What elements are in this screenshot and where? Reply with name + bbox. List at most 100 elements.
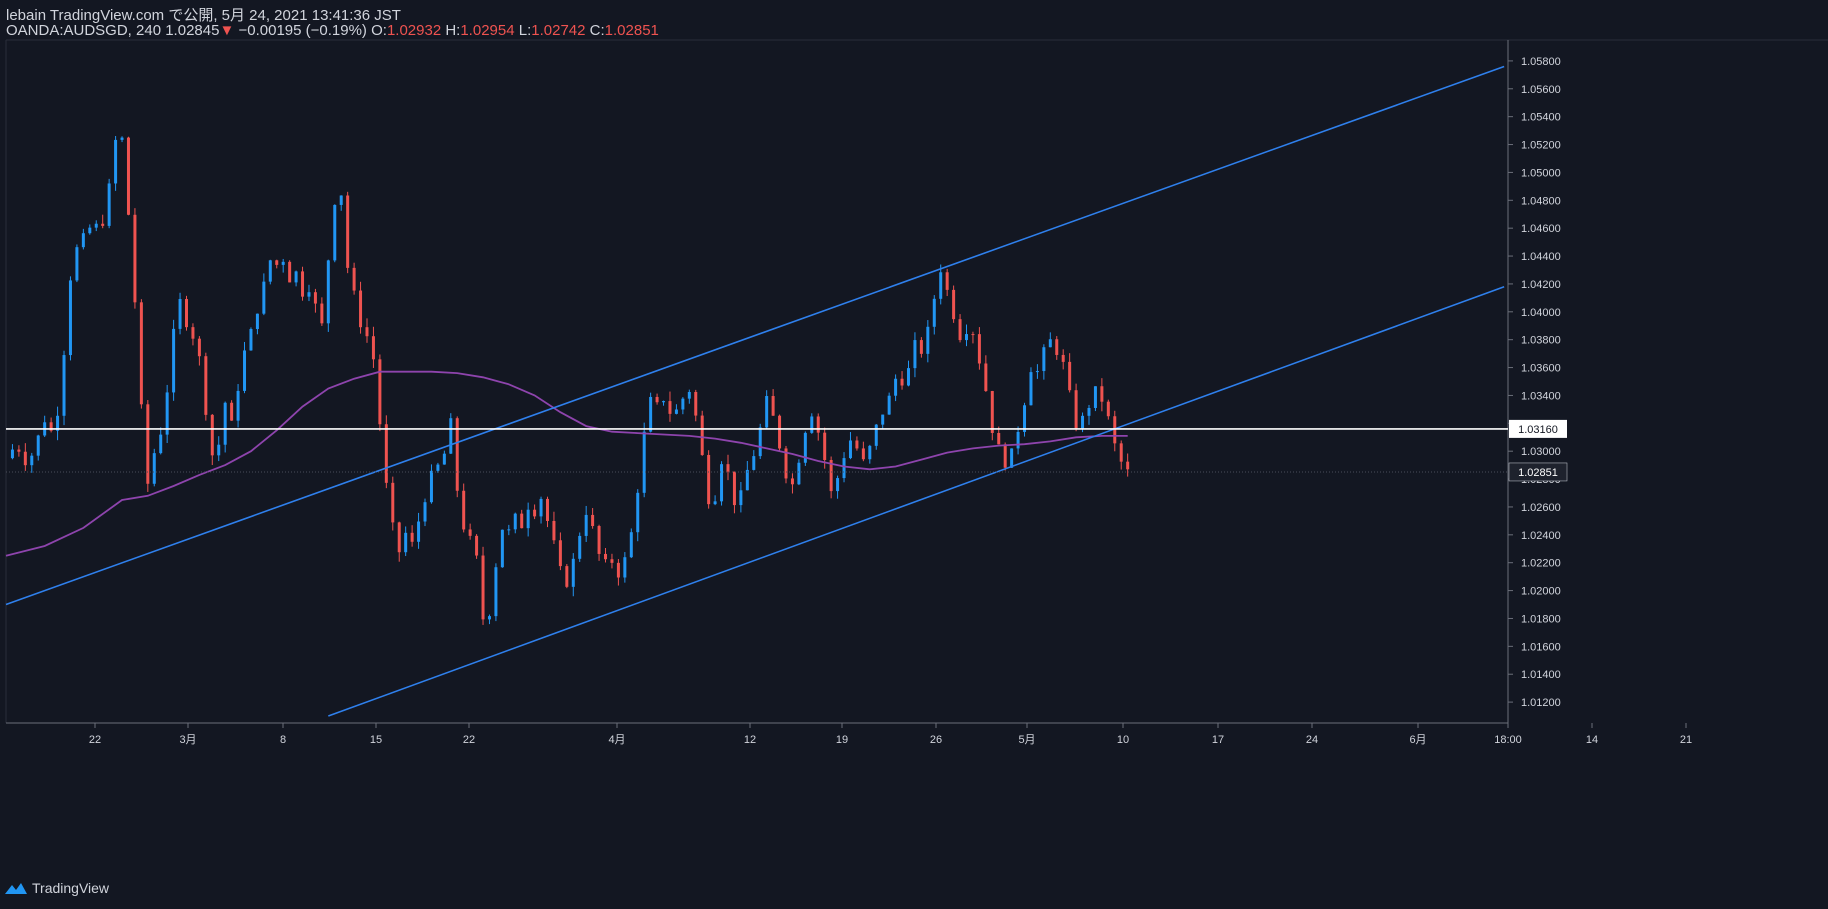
candle-body: [739, 490, 743, 506]
candle-body: [526, 509, 530, 529]
candle-body: [1126, 461, 1130, 470]
candle-body: [1087, 407, 1091, 416]
candle-body: [694, 391, 698, 416]
candle-body: [629, 532, 633, 558]
time-tick-label: 19: [836, 734, 848, 746]
candle-body: [475, 535, 479, 556]
candle-body: [662, 401, 666, 403]
time-tick-label: 17: [1212, 734, 1224, 746]
footer: TradingView: [4, 880, 109, 896]
price-tick-label: 1.03400: [1521, 390, 1561, 402]
price-tick-label: 1.05200: [1521, 140, 1561, 152]
candle-body: [262, 281, 266, 314]
time-tick-label: 21: [1680, 734, 1692, 746]
time-tick-label: 6月: [1409, 734, 1426, 746]
price-tick-label: 1.01400: [1521, 669, 1561, 681]
candle-body: [243, 350, 247, 391]
candle-body: [210, 414, 214, 456]
candle-body: [120, 137, 124, 140]
price-tick-label: 1.04400: [1521, 251, 1561, 263]
price-chart[interactable]: 1.05800 1.05600 1.05400 1.05200 1.05000 1.048…: [0, 0, 1828, 909]
candle-body: [10, 449, 14, 459]
candle-body: [1035, 371, 1039, 373]
candle-body: [584, 514, 588, 536]
candle-body: [436, 464, 440, 471]
candle-body: [578, 535, 582, 559]
candle-body: [339, 195, 343, 205]
candle-body: [1010, 448, 1014, 468]
channel-upper-line: [5, 65, 1505, 606]
time-tick-label: 10: [1117, 734, 1129, 746]
candle-body: [1119, 443, 1123, 462]
candle-body: [707, 454, 711, 505]
candle-body: [326, 260, 330, 324]
candle-body: [977, 334, 981, 364]
time-tick-label: 24: [1306, 734, 1318, 746]
candle-body: [932, 298, 936, 327]
candle-body: [230, 402, 234, 421]
candle-body: [604, 553, 608, 560]
candle-body: [36, 435, 40, 456]
candle-body: [726, 464, 730, 472]
candle-body: [539, 498, 543, 517]
candle-body: [391, 482, 395, 523]
candle-body: [868, 445, 872, 460]
candle-body: [1074, 390, 1078, 429]
candle-body: [114, 139, 118, 184]
candle-body: [700, 415, 704, 455]
candle-body: [1061, 354, 1065, 362]
price-tick-label: 1.02200: [1521, 558, 1561, 570]
candle-body: [410, 532, 414, 542]
candle-body: [732, 471, 736, 506]
price-tick-label: 1.04600: [1521, 223, 1561, 235]
candle-body: [1016, 431, 1020, 449]
price-tick-label: 1.03000: [1521, 446, 1561, 458]
candle-body: [816, 416, 820, 433]
candle-body: [771, 396, 775, 416]
candle-body: [62, 355, 66, 416]
candle-body: [81, 233, 85, 248]
candle-body: [204, 356, 208, 415]
price-tick-label: 1.02000: [1521, 586, 1561, 598]
candle-body: [217, 444, 221, 456]
candle-body: [681, 398, 685, 410]
tradingview-logo-icon: [5, 883, 27, 894]
candle-body: [623, 557, 627, 578]
candle-body: [487, 616, 491, 620]
time-tick-label: 5月: [1018, 734, 1035, 746]
candle-body: [1042, 347, 1046, 372]
candle-body: [591, 514, 595, 527]
candle-body: [823, 432, 827, 461]
candle-body: [365, 327, 369, 337]
price-tick-label: 1.05400: [1521, 112, 1561, 124]
candle-body: [449, 418, 453, 454]
footer-brand[interactable]: TradingView: [32, 880, 109, 896]
time-tick-label: 8: [280, 734, 286, 746]
candle-body: [255, 313, 259, 330]
candle-body: [597, 526, 601, 554]
candle-body: [75, 247, 79, 281]
candle-body: [107, 183, 111, 226]
candle-body: [642, 431, 646, 493]
candle-body: [571, 558, 575, 587]
candle-body: [874, 424, 878, 446]
candle-body: [745, 469, 749, 491]
candle-body: [790, 478, 794, 485]
candle-body: [236, 390, 240, 421]
candle-body: [17, 449, 21, 452]
candle-body: [494, 567, 498, 617]
price-tick-label: 1.04800: [1521, 195, 1561, 207]
time-tick-label: 18:00: [1494, 734, 1522, 746]
candle-body: [752, 456, 756, 470]
candle-body: [894, 378, 898, 396]
price-tick-label: 1.02400: [1521, 530, 1561, 542]
candle-body: [223, 402, 227, 445]
candle-body: [636, 492, 640, 533]
candle-body: [126, 137, 130, 215]
candle-body: [184, 299, 188, 328]
candle-body: [294, 271, 298, 283]
candle-body: [384, 424, 388, 483]
candle-body: [178, 299, 182, 329]
candle-body: [268, 260, 272, 282]
candle-body: [378, 359, 382, 425]
